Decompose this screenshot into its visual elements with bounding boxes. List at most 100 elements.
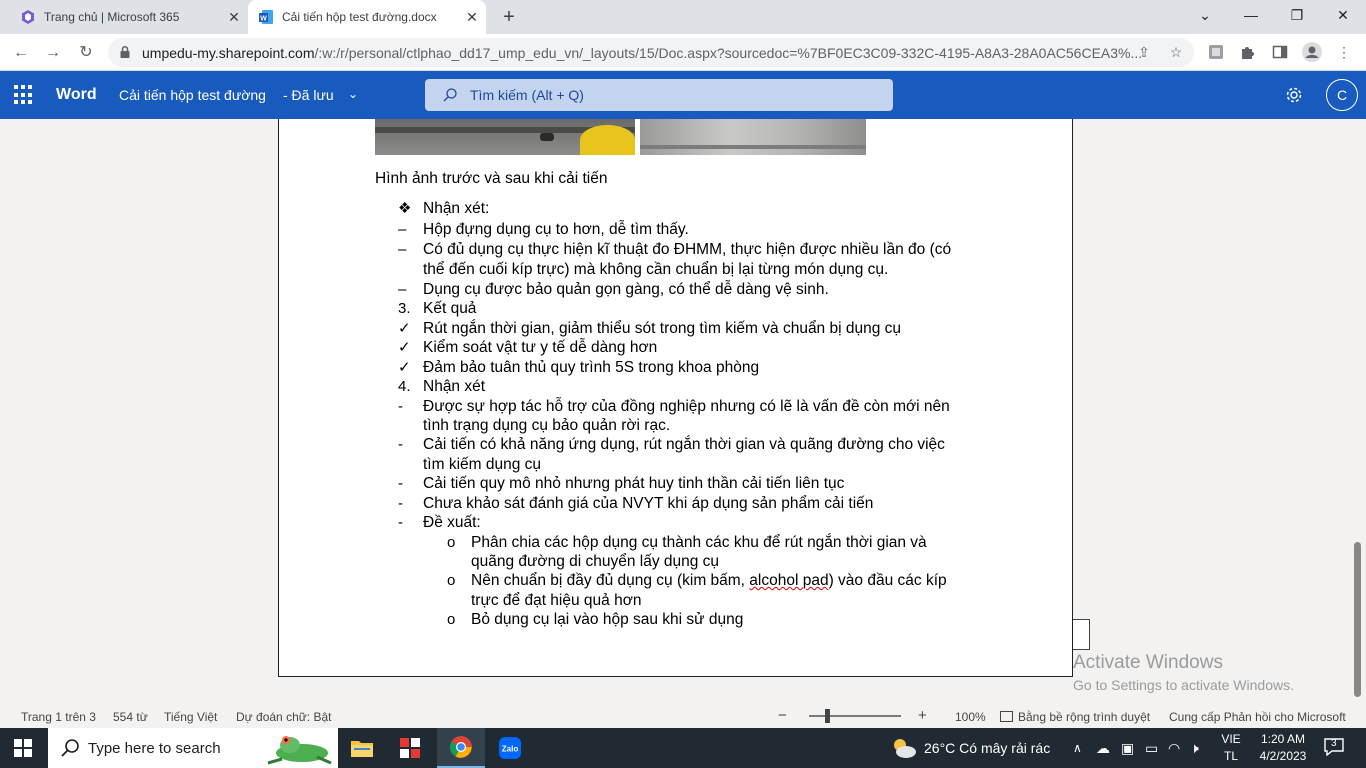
battery-icon[interactable]: ▭ <box>1145 728 1158 768</box>
list-item: Cải tiến có khả năng ứng dụng, rút ngắn … <box>423 436 945 453</box>
notification-center-icon[interactable]: 3 <box>1324 738 1344 757</box>
app-launcher-waffle-icon[interactable] <box>14 85 34 105</box>
back-arrow-icon[interactable]: ← <box>8 40 34 66</box>
weather-cloud-sun-icon[interactable] <box>890 736 918 760</box>
watermark-subtitle: Go to Settings to activate Windows. <box>1073 677 1294 693</box>
chrome-icon[interactable] <box>437 728 485 768</box>
taskbar-clock[interactable]: 1:20 AM 4/2/2023 <box>1254 731 1312 765</box>
close-window-button[interactable]: ✕ <box>1320 0 1366 30</box>
check-bullet: ✓ <box>398 320 411 337</box>
list-item: Có đủ dụng cụ thực hiện kĩ thuật đo ĐHMM… <box>423 241 952 258</box>
list-item: Nhận xét: <box>423 200 490 217</box>
search-highlight-frog-icon <box>267 736 332 765</box>
list-item-continuation: tìm kiếm dụng cụ <box>423 456 542 473</box>
file-explorer-icon[interactable] <box>338 728 386 768</box>
tray-chevron-up-icon[interactable]: ∧ <box>1073 728 1082 768</box>
document-page: Hình ảnh trước và sau khi cải tiến ❖ Nhậ… <box>278 119 1073 677</box>
extension-image-icon[interactable] <box>1206 42 1226 62</box>
bullet-marker: – <box>398 241 407 258</box>
dash-bullet: - <box>398 436 403 453</box>
numbered-marker: 4. <box>398 378 411 395</box>
clock-time: 1:20 AM <box>1260 732 1306 746</box>
fit-width-icon[interactable] <box>1000 711 1013 722</box>
zoom-out-button[interactable]: − <box>778 707 787 724</box>
url-host: umpedu-my.sharepoint.com <box>142 45 315 61</box>
list-item: Hộp đựng dụng cụ to hơn, dễ tìm thấy. <box>423 221 689 238</box>
feedback-link[interactable]: Cung cấp Phản hồi cho Microsoft <box>1169 710 1346 724</box>
dash-bullet: - <box>398 475 403 492</box>
watermark-title: Activate Windows <box>1073 652 1223 673</box>
search-box[interactable]: Tìm kiếm (Alt + Q) <box>425 79 893 111</box>
taskbar-search-box[interactable]: Type here to search <box>48 728 338 768</box>
save-status: - Đã lưu <box>283 87 334 103</box>
app-name[interactable]: Word <box>56 86 97 104</box>
list-item-continuation: tình trạng dụng cụ bảo quản rời rạc. <box>423 417 671 434</box>
text-prediction[interactable]: Dự đoán chữ: Bật <box>236 710 331 724</box>
close-tab-icon[interactable]: ✕ <box>226 9 242 25</box>
language[interactable]: Tiếng Việt <box>164 710 217 724</box>
browser-tab-strip: Trang chủ | Microsoft 365 ✕ W Cải tiến h… <box>0 0 1366 34</box>
vertical-scrollbar[interactable] <box>1350 119 1366 704</box>
side-panel-icon[interactable] <box>1270 42 1290 62</box>
zoom-slider-knob[interactable] <box>825 709 830 723</box>
browser-toolbar: ← → ↻ umpedu-my.sharepoint.com/:w:/r/per… <box>0 34 1366 71</box>
address-bar[interactable]: umpedu-my.sharepoint.com/:w:/r/personal/… <box>108 38 1194 67</box>
extensions-puzzle-icon[interactable] <box>1238 42 1258 62</box>
minimize-button[interactable]: — <box>1228 0 1274 30</box>
sub-list-item-continuation: trực để đạt hiệu quả hơn <box>471 592 642 609</box>
clock-date: 4/2/2023 <box>1259 749 1307 763</box>
scrollbar-thumb[interactable] <box>1354 542 1361 697</box>
tab-microsoft-365[interactable]: Trang chủ | Microsoft 365 ✕ <box>8 0 248 34</box>
word-header: Word Cải tiến hộp test đường - Đã lưu ⌄ … <box>0 71 1366 119</box>
zoom-slider[interactable] <box>809 709 901 723</box>
forward-arrow-icon[interactable]: → <box>40 40 66 66</box>
profile-icon[interactable] <box>1302 42 1322 62</box>
microsoft-365-icon <box>20 9 36 25</box>
lock-icon <box>118 45 132 59</box>
tab-word-document[interactable]: W Cải tiến hộp test đường.docx ✕ <box>248 0 486 34</box>
dash-bullet: - <box>398 398 403 415</box>
close-tab-icon[interactable]: ✕ <box>464 9 480 25</box>
word-count[interactable]: 554 từ <box>113 710 148 724</box>
reload-icon[interactable]: ↻ <box>73 40 99 66</box>
settings-gear-icon[interactable] <box>1284 85 1304 105</box>
input-language-indicator[interactable]: VIE TL <box>1214 731 1248 765</box>
tray-app-icon[interactable]: ▣ <box>1121 728 1134 768</box>
weather-text[interactable]: 26°C Có mây rải rác <box>924 728 1050 768</box>
zoom-in-button[interactable]: + <box>918 707 927 724</box>
maximize-button[interactable]: ❐ <box>1274 0 1320 30</box>
list-item: Dụng cụ được bảo quản gọn gàng, có thể d… <box>423 281 829 298</box>
network-wifi-icon[interactable]: ◠ <box>1168 728 1180 768</box>
page-count[interactable]: Trang 1 trên 3 <box>21 710 96 724</box>
taskbar-search-placeholder: Type here to search <box>88 740 221 757</box>
spelling-error-text[interactable]: alcohol pad <box>749 572 828 589</box>
menu-kebab-icon[interactable]: ⋮ <box>1334 42 1354 62</box>
ime-mode: TL <box>1223 749 1238 763</box>
zoom-level[interactable]: 100% <box>955 710 986 724</box>
windows-start-icon[interactable] <box>14 739 32 757</box>
tab-title: Trang chủ | Microsoft 365 <box>44 10 180 24</box>
after-image <box>640 119 866 155</box>
account-avatar[interactable]: C <box>1326 79 1358 111</box>
sub-list-item: Bỏ dụng cụ lại vào hộp sau khi sử dụng <box>471 611 744 628</box>
view-mode[interactable]: Bằng bề rộng trình duyệt <box>1018 710 1150 724</box>
list-item: Rút ngắn thời gian, giảm thiểu sót trong… <box>423 320 902 337</box>
svg-text:Zalo: Zalo <box>502 745 519 754</box>
document-title[interactable]: Cải tiến hộp test đường <box>119 87 266 103</box>
zalo-icon[interactable]: Zalo <box>486 728 534 768</box>
new-tab-button[interactable]: + <box>498 6 520 28</box>
chevron-down-icon[interactable]: ⌄ <box>348 87 358 101</box>
bullet-marker: ❖ <box>398 200 412 217</box>
tab-search-chevron-icon[interactable]: ⌄ <box>1182 0 1228 30</box>
app-grid-icon[interactable] <box>386 728 434 768</box>
before-image <box>375 119 635 155</box>
content-control-handle[interactable] <box>1073 619 1090 650</box>
onedrive-cloud-icon[interactable]: ☁ <box>1096 728 1110 768</box>
activate-windows-watermark: Activate Windows Go to Settings to activ… <box>1073 652 1294 693</box>
word-icon: W <box>258 9 274 25</box>
url-text: umpedu-my.sharepoint.com/:w:/r/personal/… <box>142 45 1142 61</box>
section-heading: Nhận xét <box>423 378 486 395</box>
volume-muted-icon[interactable]: 🕨 <box>1190 728 1199 768</box>
bookmark-star-icon[interactable]: ☆ <box>1166 42 1186 62</box>
share-icon[interactable]: ⇪ <box>1134 42 1154 62</box>
